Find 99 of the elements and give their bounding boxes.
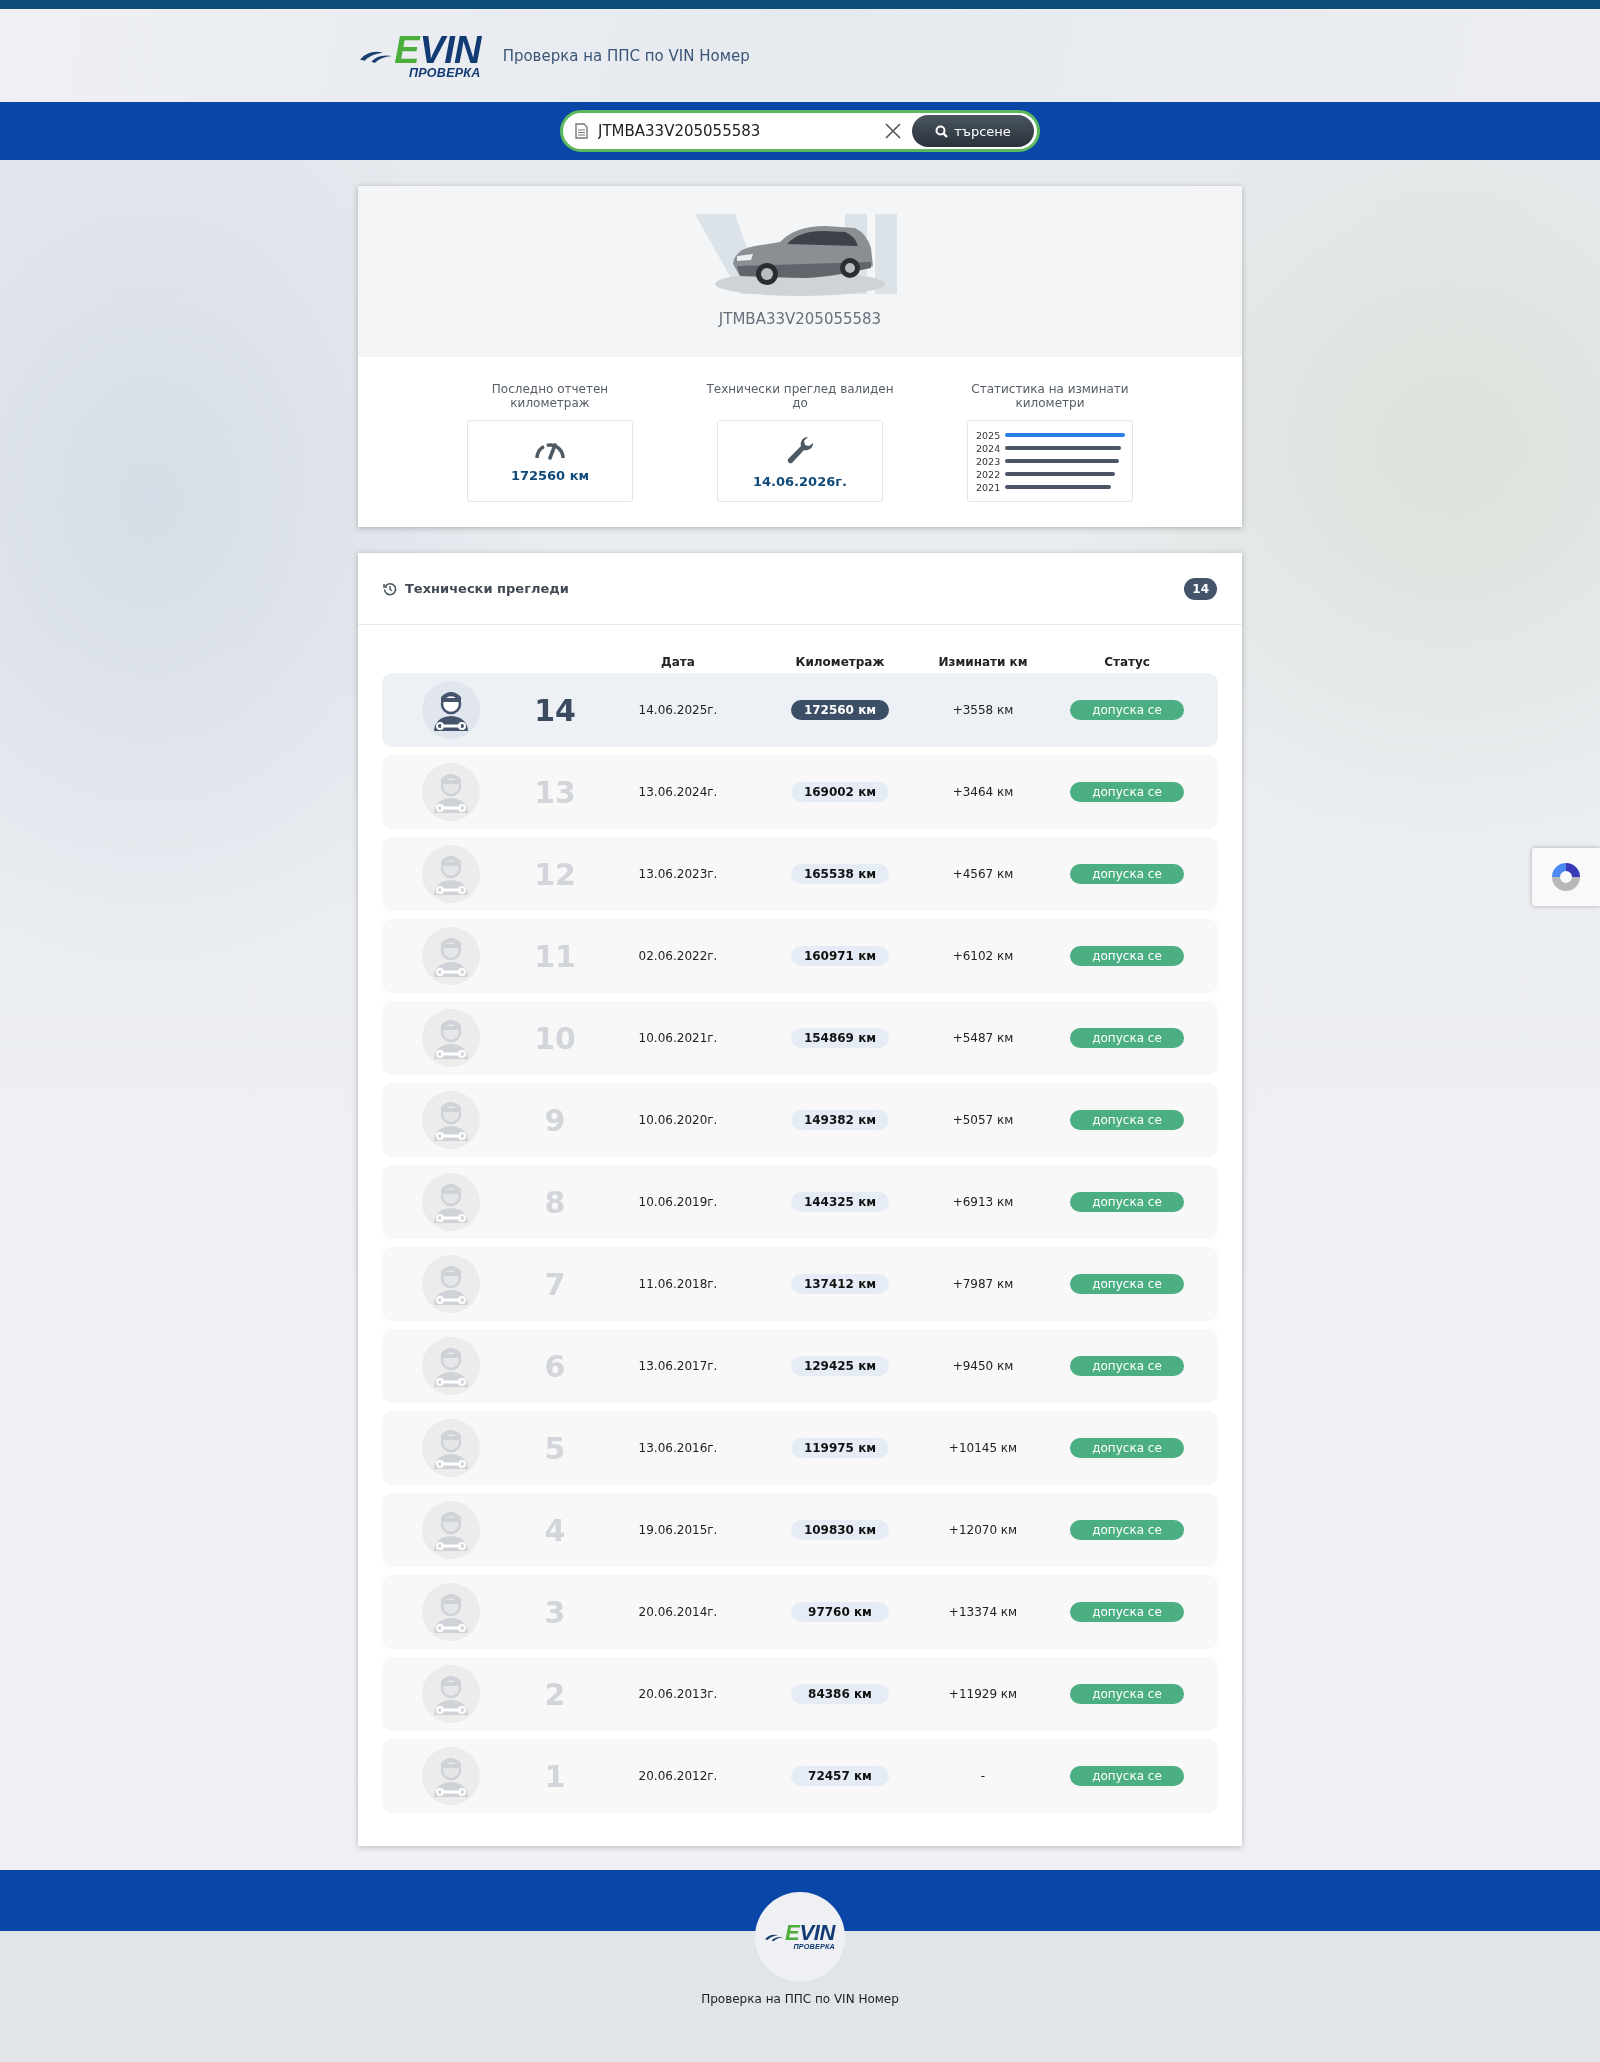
column-header: Изминати км (937, 655, 1029, 669)
mileage-pill: 72457 км (791, 1766, 889, 1786)
status-pill: допуска се (1070, 1192, 1184, 1212)
mileage-pill: 144325 км (791, 1192, 889, 1212)
mileage-change: +3558 км (952, 703, 1014, 717)
mechanic-icon (422, 1091, 480, 1149)
inspection-date: 20.06.2012г. (638, 1769, 718, 1783)
mileage-change: +6913 км (952, 1195, 1014, 1209)
mileage-change: +9450 км (952, 1359, 1014, 1373)
section-title: Технически прегледи (405, 581, 569, 596)
mechanic-icon (422, 1583, 480, 1641)
inspection-date: 11.06.2018г. (638, 1277, 718, 1291)
mileage-pill: 154869 км (791, 1028, 889, 1048)
column-header: Километраж (794, 655, 886, 669)
search-button[interactable]: търсене (912, 115, 1034, 147)
inspection-date: 02.06.2022г. (638, 949, 718, 963)
inspection-date: 14.06.2025г. (638, 703, 718, 717)
inspection-row[interactable]: 14 14.06.2025г. 172560 км +3558 км допуска се (382, 673, 1218, 747)
mileage-pill: 119975 км (791, 1438, 889, 1458)
mileage-value: 172560 км (510, 467, 590, 483)
mileage-change: +5487 км (952, 1031, 1014, 1045)
inspection-date: 13.06.2023г. (638, 867, 718, 881)
mileage-pill: 137412 км (791, 1274, 889, 1294)
mechanic-icon (422, 927, 480, 985)
status-pill: допуска се (1070, 1520, 1184, 1540)
inspection-date: 10.06.2020г. (638, 1113, 718, 1127)
mechanic-icon (422, 845, 480, 903)
mechanic-icon (422, 1173, 480, 1231)
mechanic-icon (422, 1337, 480, 1395)
mileage-change: +13374 км (948, 1605, 1018, 1619)
mileage-pill: 160971 км (791, 946, 889, 966)
mechanic-icon (422, 1009, 480, 1067)
search-field[interactable]: JTMBA33V205055583 търсене (560, 110, 1040, 152)
status-pill: допуска се (1070, 1110, 1184, 1130)
mileage-pill: 169002 км (791, 782, 889, 802)
mileage-change: +10145 км (948, 1441, 1018, 1455)
year-label: 2024 (976, 442, 1001, 454)
year-label: 2022 (976, 468, 1001, 480)
year-label: 2023 (976, 455, 1001, 467)
count-badge: 14 (1184, 577, 1217, 600)
history-icon (383, 581, 397, 596)
status-pill: допуска се (1070, 1028, 1184, 1048)
site-logo[interactable]: EVIN ПРОВЕРКА (360, 31, 481, 80)
status-pill: допуска се (1070, 1356, 1184, 1376)
inspection-date: 14.06.2026г. (753, 473, 847, 489)
mileage-pill: 165538 км (791, 864, 889, 884)
inspection-date: 20.06.2014г. (638, 1605, 718, 1619)
mileage-change: +5057 км (952, 1113, 1014, 1127)
mileage-pill: 109830 км (791, 1520, 889, 1540)
footer-text: Проверка на ППС по VIN Номер (701, 1992, 899, 2006)
mileage-pill: 129425 км (791, 1356, 889, 1376)
stat-label: Статистика на изминати километри (970, 382, 1130, 412)
status-pill: допуска се (1070, 700, 1184, 720)
mileage-pill: 97760 км (791, 1602, 889, 1622)
stat-label: Последно отчетен километраж (490, 382, 610, 412)
mileage-pill: 149382 км (791, 1110, 889, 1130)
inspection-date: 13.06.2016г. (638, 1441, 718, 1455)
mileage-change: +11929 км (948, 1687, 1018, 1701)
search-icon (935, 124, 949, 138)
inspection-date: 10.06.2019г. (638, 1195, 718, 1209)
mileage-change: +12070 км (948, 1523, 1018, 1537)
mechanic-icon (422, 1665, 480, 1723)
mileage-change: +4567 км (952, 867, 1014, 881)
status-pill: допуска се (1070, 782, 1184, 802)
status-pill: допуска се (1070, 1684, 1184, 1704)
inspection-date: 10.06.2021г. (638, 1031, 718, 1045)
status-pill: допуска се (1070, 1438, 1184, 1458)
inspection-date: 13.06.2024г. (638, 785, 718, 799)
year-label: 2025 (976, 429, 1001, 441)
mileage-change: +6102 км (952, 949, 1014, 963)
vin-number: JTMBA33V205055583 (718, 310, 882, 328)
mileage-pill: 172560 км (791, 700, 889, 720)
inspection-date: 20.06.2013г. (638, 1687, 718, 1701)
site-subtitle: Проверка на ППС по VIN Номер (502, 46, 750, 65)
clear-icon[interactable] (884, 122, 902, 140)
year-label: 2021 (976, 481, 1001, 493)
mileage-change: +3464 км (952, 785, 1014, 799)
status-pill: допуска се (1070, 946, 1184, 966)
status-pill: допуска се (1070, 864, 1184, 884)
inspection-date: 13.06.2017г. (638, 1359, 718, 1373)
status-pill: допуска се (1070, 1602, 1184, 1622)
stat-label: Технически преглед валиден до (705, 382, 895, 412)
status-pill: допуска се (1070, 1274, 1184, 1294)
mileage-change: +7987 км (952, 1277, 1014, 1291)
mechanic-icon (422, 1255, 480, 1313)
mechanic-icon (422, 1501, 480, 1559)
mechanic-icon (422, 1747, 480, 1805)
mechanic-icon (422, 681, 480, 739)
mechanic-icon (422, 763, 480, 821)
document-icon (575, 123, 588, 139)
inspection-date: 19.06.2015г. (638, 1523, 718, 1537)
inspection-number: 14 (534, 692, 576, 728)
mechanic-icon (422, 1419, 480, 1477)
column-header: Дата (660, 655, 696, 669)
column-header: Статус (1103, 655, 1151, 669)
mileage-change: - (980, 1769, 986, 1783)
logo-text: EVIN ПРОВЕРКА (394, 31, 481, 80)
mileage-pill: 84386 км (791, 1684, 889, 1704)
status-pill: допуска се (1070, 1766, 1184, 1786)
